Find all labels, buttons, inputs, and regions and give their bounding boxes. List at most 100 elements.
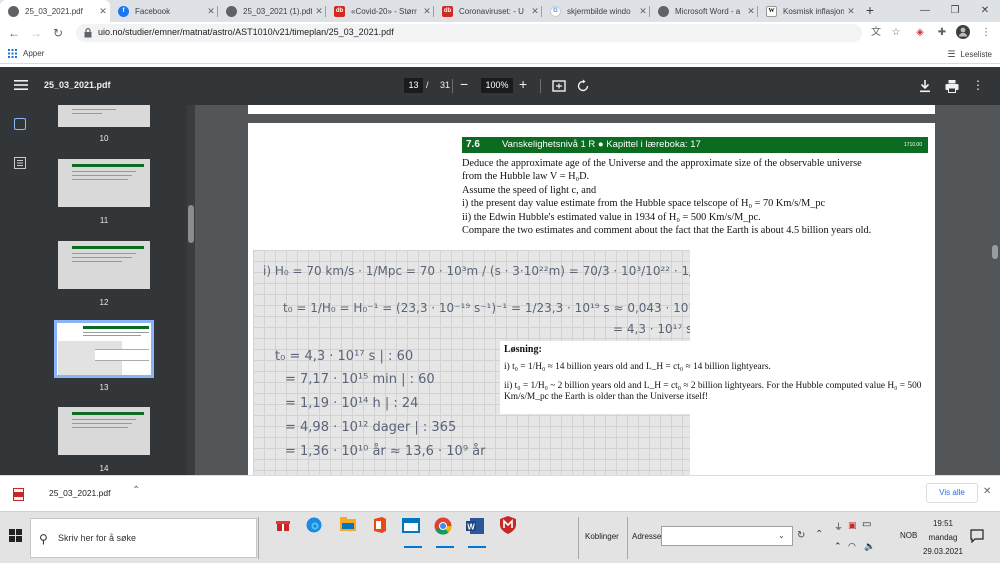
svg-text:W: W (467, 523, 475, 532)
chevron-down-icon[interactable]: ⌄ (778, 531, 785, 540)
minimize-icon[interactable]: — (910, 0, 940, 22)
up-arrow-tray-icon[interactable]: ⌃ (834, 541, 842, 552)
close-icon[interactable]: ✕ (983, 486, 991, 497)
taskbar-search-box[interactable]: ⚲ Skriv her for å søke (30, 518, 257, 558)
office-icon[interactable] (372, 517, 394, 539)
reload-icon[interactable]: ↻ (50, 25, 66, 41)
page-thumbnail[interactable] (58, 407, 150, 455)
close-tab-icon[interactable]: ✕ (744, 6, 758, 17)
page-thumbnail-selected[interactable] (54, 320, 154, 378)
sidebar-mode-strip (0, 105, 44, 475)
browser-toolbar: ← → ↻ uio.no/studier/emner/matnat/astro/… (0, 22, 1000, 44)
translate-icon[interactable]: 文 (868, 25, 884, 41)
windows-start-icon[interactable] (9, 529, 22, 542)
page-number-input[interactable]: 13 (404, 78, 423, 93)
page-scrollbar-thumb[interactable] (992, 245, 998, 259)
print-icon[interactable] (945, 79, 959, 93)
refresh-go-icon[interactable]: ↻ (797, 530, 805, 541)
page-thumbnail[interactable] (58, 105, 150, 127)
forward-arrow-icon[interactable]: → (28, 25, 44, 41)
address-bar[interactable]: uio.no/studier/emner/matnat/astro/AST101… (76, 24, 862, 42)
extensions-puzzle-icon[interactable]: ✚ (934, 25, 950, 41)
tab-title: Microsoft Word - a (675, 6, 741, 16)
close-window-icon[interactable]: ✕ (970, 0, 1000, 22)
zoom-level-input[interactable]: 100% (481, 78, 513, 93)
window-app-icon[interactable] (402, 516, 424, 548)
document-outline-icon[interactable] (14, 157, 26, 169)
google-icon: G (550, 5, 561, 17)
close-tab-icon[interactable]: ✕ (528, 6, 542, 17)
tab-25-03-2021-pdf[interactable]: 25_03_2021.pdf ✕ (0, 0, 110, 22)
close-tab-icon[interactable]: ✕ (844, 6, 858, 17)
wikipedia-icon: W (766, 5, 777, 17)
security-tray-icon[interactable]: ▣ (848, 520, 857, 531)
usb-tray-icon[interactable]: ⏚ (834, 520, 843, 533)
apps-shortcut[interactable]: Apper (8, 49, 44, 58)
reading-list-button[interactable]: ☰ Leseliste (947, 49, 992, 60)
language-indicator[interactable]: NOB (900, 531, 917, 540)
handwriting-line: i) H₀ = 70 km/s · 1/Mpc = 70 · 10³m / (s… (263, 264, 690, 278)
close-tab-icon[interactable]: ✕ (420, 6, 434, 17)
address-toolbar-input[interactable] (661, 526, 793, 546)
file-explorer-icon[interactable] (340, 517, 362, 539)
battery-icon[interactable]: ▭ (862, 519, 871, 530)
tab-kosmisk-inflasjon[interactable]: W Kosmisk inflasjon - ✕ (758, 0, 858, 22)
star-bookmark-icon[interactable]: ☆ (888, 25, 904, 41)
gift-app-icon[interactable] (276, 518, 298, 540)
notifications-icon[interactable] (970, 529, 984, 543)
zoom-out-icon[interactable]: − (460, 76, 468, 92)
download-item[interactable]: 25_03_2021.pdf (49, 488, 110, 498)
address-toolbar-label: Adresse (632, 532, 662, 541)
lock-icon[interactable] (84, 28, 92, 38)
tab-facebook[interactable]: f Facebook ✕ (110, 0, 218, 22)
page-thumbnail[interactable] (58, 159, 150, 207)
close-tab-icon[interactable]: ✕ (636, 6, 650, 17)
mcafee-icon[interactable] (500, 516, 522, 538)
chrome-icon[interactable] (434, 516, 456, 548)
tab-covid-20[interactable]: db «Covid-20» - Størr ✕ (326, 0, 434, 22)
taskbar-clock[interactable]: 19:51 mandag 29.03.2021 (921, 517, 965, 559)
page-scrollbar[interactable] (990, 105, 1000, 475)
problem-line: Deduce the approximate age of the Univer… (462, 158, 862, 169)
search-icon: ⚲ (39, 532, 48, 546)
problem-line: Compare the two estimates and comment ab… (462, 225, 872, 237)
sidebar-scrollbar-thumb[interactable] (188, 205, 194, 243)
sidebar-menu-icon[interactable] (14, 79, 28, 91)
thumbnail-page-number: 12 (99, 298, 109, 307)
maximize-icon[interactable]: ❐ (940, 0, 970, 22)
links-toolbar-label[interactable]: Koblinger (585, 532, 619, 541)
section-number: 7.6 (466, 139, 480, 150)
tab-skjermbilde[interactable]: G skjermbilde windo ✕ (542, 0, 650, 22)
show-all-button[interactable]: Vis alle (926, 483, 978, 503)
zoom-in-icon[interactable]: + (519, 76, 527, 92)
clock-date: 29.03.2021 (922, 547, 964, 556)
tab-25-03-2021-1-pdf[interactable]: 25_03_2021 (1).pdf ✕ (218, 0, 326, 22)
edge-icon[interactable] (306, 517, 328, 539)
extension-shield-icon[interactable]: ◈ (912, 25, 928, 41)
page-separator: / (426, 80, 429, 90)
fit-to-page-icon[interactable] (552, 79, 566, 93)
chevron-up-icon[interactable]: ⌃ (132, 485, 140, 496)
page-thumbnail[interactable] (58, 241, 150, 289)
close-tab-icon[interactable]: ✕ (96, 6, 110, 17)
tab-microsoft-word[interactable]: Microsoft Word - a ✕ (650, 0, 758, 22)
wifi-icon[interactable]: ◠ (848, 541, 856, 552)
word-icon[interactable]: W (466, 516, 488, 548)
more-options-icon[interactable]: ⋮ (972, 77, 984, 93)
browser-menu-icon[interactable]: ⋮ (978, 25, 994, 41)
download-icon[interactable] (919, 79, 931, 93)
clock-day: mandag (928, 533, 958, 542)
back-arrow-icon[interactable]: ← (6, 25, 22, 41)
speaker-icon[interactable]: 🔈 (864, 541, 875, 552)
tab-coronaviruset[interactable]: db Coronaviruset: - U ✕ (434, 0, 542, 22)
thumbnails-view-icon[interactable] (14, 118, 26, 130)
sidebar-scrollbar[interactable] (187, 105, 195, 475)
chevron-up-icon[interactable]: ⌃ (815, 529, 823, 540)
profile-avatar-icon[interactable] (956, 25, 972, 41)
section-title: Vanskelighetsnivå 1 R ● Kapittel i læreb… (502, 139, 701, 150)
tab-title: Coronaviruset: - U (459, 6, 524, 16)
rotate-icon[interactable] (576, 79, 590, 93)
close-tab-icon[interactable]: ✕ (204, 6, 218, 17)
new-tab-button[interactable]: + (860, 0, 880, 22)
close-tab-icon[interactable]: ✕ (312, 6, 326, 17)
